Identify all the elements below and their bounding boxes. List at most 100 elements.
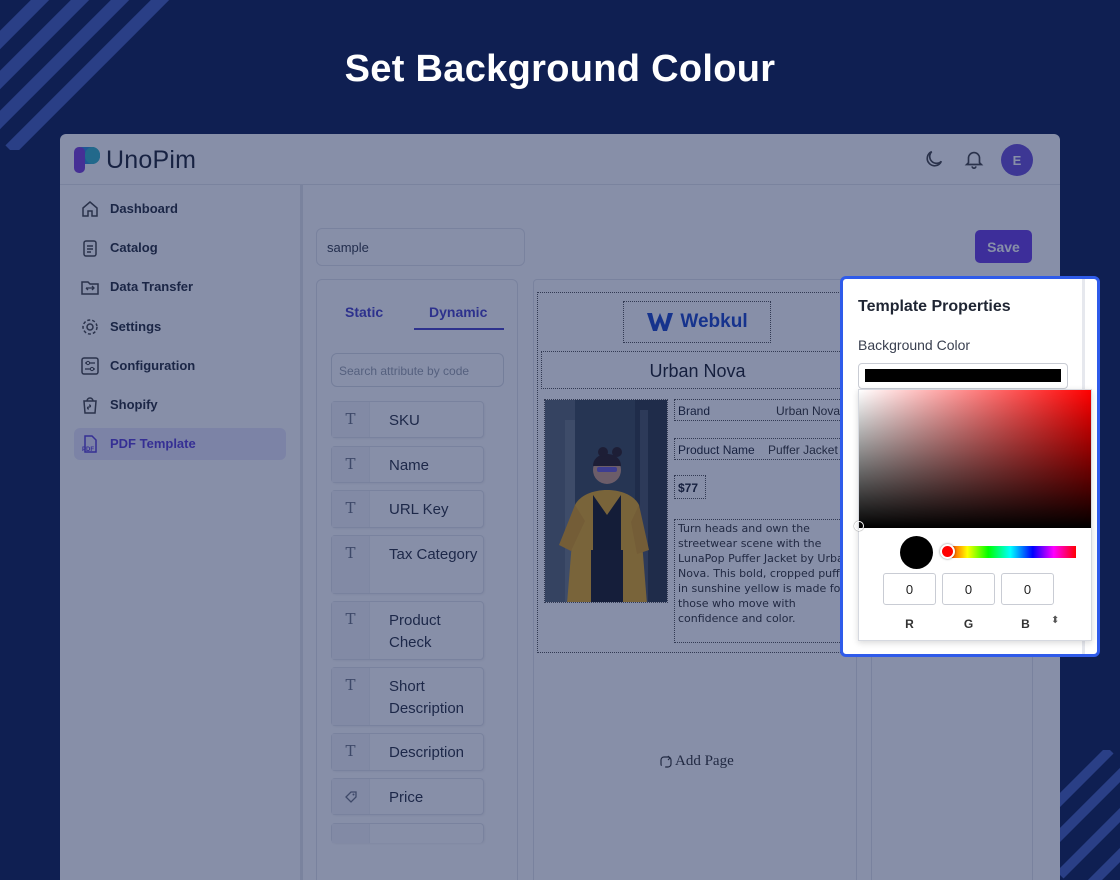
attribute-item-url-key[interactable]: T URL Key <box>331 490 484 528</box>
sidebar-item-label: Catalog <box>110 240 158 255</box>
sidebar-item-pdf-template[interactable]: PDF PDF Template <box>74 428 286 460</box>
tab-static[interactable]: Static <box>345 304 383 320</box>
sidebar-item-label: PDF Template <box>110 436 196 451</box>
avatar[interactable]: E <box>1001 144 1033 176</box>
sidebar-item-label: Data Transfer <box>110 279 194 294</box>
field-key: Product Name <box>678 443 755 457</box>
attribute-item-short-description[interactable]: T Short Description <box>331 667 484 726</box>
add-page-icon <box>660 755 672 768</box>
logo-text: UnoPim <box>106 145 197 174</box>
color-picker: 0 0 0 R G B ⬍ <box>854 389 1092 641</box>
gear-icon <box>82 319 98 335</box>
sidebar-item-configuration[interactable]: Configuration <box>74 350 286 382</box>
active-tab-indicator <box>414 328 504 330</box>
bell-icon[interactable] <box>963 148 985 170</box>
logo[interactable]: UnoPim <box>74 146 196 174</box>
attribute-label: Price <box>389 789 424 806</box>
template-name-input[interactable]: sample <box>316 228 525 266</box>
moon-icon[interactable] <box>923 148 945 170</box>
attribute-item-product-check[interactable]: T Product Check <box>331 601 484 660</box>
color-mode-toggle-icon[interactable]: ⬍ <box>1051 615 1059 626</box>
attribute-item-price[interactable]: Price <box>331 778 484 815</box>
top-bar: UnoPim E <box>60 134 1060 185</box>
brand-field[interactable]: Brand Urban Nova <box>674 399 854 421</box>
home-icon <box>82 201 98 217</box>
brand-title-block[interactable]: Urban Nova <box>541 351 854 389</box>
hue-slider[interactable] <box>945 546 1076 558</box>
product-name-field[interactable]: Product Name Puffer Jacket <box>674 438 854 460</box>
text-type-icon: T <box>332 668 370 725</box>
pdf-canvas: Webkul Urban Nova Brand Urban Nova Produ… <box>533 279 858 880</box>
sidebar-item-label: Dashboard <box>110 201 178 216</box>
price-field[interactable]: $77 <box>674 475 706 499</box>
attribute-label: Name <box>389 457 430 474</box>
sidebar-item-label: Settings <box>110 319 162 334</box>
attribute-item-sku[interactable]: T SKU <box>331 401 484 438</box>
blue-label: B <box>1021 617 1030 631</box>
attribute-panel: Static Dynamic Search attribute by code … <box>316 279 518 880</box>
red-input[interactable]: 0 <box>883 573 936 605</box>
pdf-icon: PDF <box>82 435 97 453</box>
attribute-label: Tax Category <box>389 546 478 563</box>
saturation-area[interactable] <box>859 390 1091 528</box>
webkul-logo-icon <box>647 313 674 331</box>
green-label: G <box>963 617 974 631</box>
attribute-label: SKU <box>389 412 420 429</box>
field-value: Urban Nova <box>776 404 841 418</box>
attribute-label: Description <box>389 744 465 761</box>
saturation-handle[interactable] <box>854 521 864 531</box>
sidebar-item-data-transfer[interactable]: Data Transfer <box>74 271 286 303</box>
sidebar-item-shopify[interactable]: Shopify <box>74 389 286 421</box>
shopify-bag-icon <box>83 397 97 414</box>
text-type-icon <box>332 824 370 843</box>
clipboard-icon <box>83 240 97 257</box>
background-color-input[interactable] <box>858 363 1068 389</box>
decorative-stripes <box>1050 750 1120 880</box>
tab-dynamic[interactable]: Dynamic <box>429 304 487 320</box>
unopim-logo-icon <box>74 147 100 173</box>
attribute-item-name[interactable]: T Name <box>331 446 484 483</box>
attribute-label: Product Check <box>389 612 441 651</box>
blue-input[interactable]: 0 <box>1001 573 1054 605</box>
banner-title: Set Background Colour <box>344 48 776 90</box>
template-properties-panel: Template Properties Background Color 0 0… <box>840 276 1100 657</box>
panel-title: Template Properties <box>858 298 1011 315</box>
pdf-page[interactable]: Webkul Urban Nova Brand Urban Nova Produ… <box>537 292 858 653</box>
field-value: Puffer Jacket <box>768 443 838 457</box>
color-preview <box>900 536 933 569</box>
add-page-label: Add Page <box>675 753 734 769</box>
background-color-label: Background Color <box>858 337 971 353</box>
hue-handle[interactable] <box>940 544 955 559</box>
price-tag-icon <box>332 779 370 814</box>
text-type-icon: T <box>332 491 370 527</box>
text-type-icon: T <box>332 402 370 437</box>
sidebar-item-label: Configuration <box>110 358 196 373</box>
color-swatch <box>865 369 1061 382</box>
folder-transfer-icon <box>81 281 99 295</box>
product-image[interactable] <box>544 399 668 603</box>
sidebar-item-settings[interactable]: Settings <box>74 311 286 343</box>
green-input[interactable]: 0 <box>942 573 995 605</box>
field-key: Brand <box>678 404 711 418</box>
text-type-icon: T <box>332 602 370 659</box>
sidebar-item-label: Shopify <box>110 397 158 412</box>
logo-block[interactable]: Webkul <box>623 301 771 343</box>
sidebar: Dashboard Catalog Data Transfer Settings… <box>60 185 303 880</box>
description-field[interactable]: Turn heads and own the streetwear scene … <box>674 519 858 643</box>
text-type-icon: T <box>332 536 370 593</box>
text-type-icon: T <box>332 447 370 482</box>
red-label: R <box>905 617 914 631</box>
save-button[interactable]: Save <box>975 230 1032 263</box>
sidebar-item-catalog[interactable]: Catalog <box>74 232 286 264</box>
attribute-search-input[interactable]: Search attribute by code <box>331 353 504 387</box>
sidebar-item-dashboard[interactable]: Dashboard <box>74 193 286 225</box>
attribute-item-description[interactable]: T Description <box>331 733 484 771</box>
attribute-item-tax-category[interactable]: T Tax Category <box>331 535 484 594</box>
webkul-logo-text: Webkul <box>680 311 748 332</box>
attribute-label: Short Description <box>389 678 465 717</box>
add-page-button[interactable]: Add Page <box>659 753 734 770</box>
sliders-icon <box>81 357 99 375</box>
product-photo <box>545 400 667 602</box>
text-type-icon: T <box>332 734 370 770</box>
attribute-item-partial[interactable] <box>331 823 484 843</box>
